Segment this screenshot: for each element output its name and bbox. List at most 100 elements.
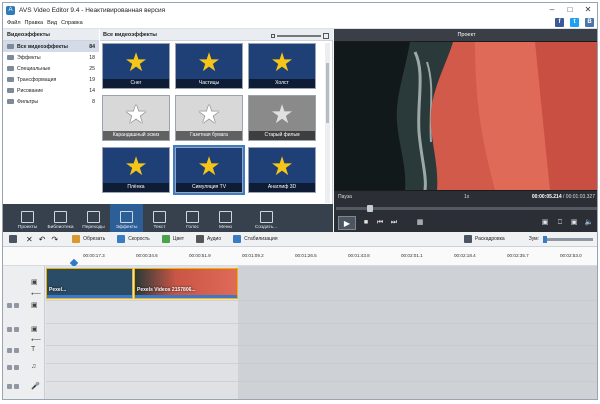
track-controls-row[interactable] [7, 303, 19, 308]
snapshot-icon[interactable]: ⎕ [554, 218, 566, 228]
thumbnail-size-slider[interactable] [271, 33, 329, 39]
music-track-icon: ♫ [31, 363, 37, 370]
category-item[interactable]: Специальные 25 [3, 63, 99, 74]
effect-tile[interactable]: ★ Старый фильм [248, 95, 316, 141]
seek-thumb[interactable] [366, 205, 373, 212]
category-label: Все видеоэффекты [17, 43, 68, 50]
effect-tile[interactable]: ★ Холст [248, 43, 316, 89]
fit-screen-icon[interactable]: ▣ [539, 218, 551, 228]
star-icon: ★ [197, 98, 221, 129]
timeline-tool-button[interactable]: Аудио [196, 235, 221, 243]
empty-timeline-area[interactable] [238, 266, 597, 399]
timeline-tool-button[interactable]: Цвет [161, 235, 184, 243]
track-controls-row[interactable] [7, 365, 19, 370]
seek-bar[interactable] [336, 205, 597, 212]
menu-edit[interactable]: Правка [25, 20, 44, 26]
timeline-tool-button[interactable]: Скорость [117, 235, 150, 243]
next-frame-button[interactable]: ⏭ [388, 218, 400, 228]
toolbar-button[interactable]: Эффекты [110, 204, 143, 232]
play-button[interactable]: ▶ [338, 216, 356, 230]
minimize-button[interactable]: – [543, 3, 561, 17]
small-size-icon [271, 34, 275, 38]
category-item[interactable]: Все видеоэффекты 84 [3, 41, 99, 52]
timeline-ruler[interactable]: 00:00:17.3 00:00:34.6 00:00:51.9 00:01:09.2… [3, 247, 597, 266]
effect-tile[interactable]: ★ Снег [102, 43, 170, 89]
category-count: 8 [92, 98, 95, 105]
zoom-control[interactable]: Зум: [529, 235, 593, 243]
effect-label: Газетная бумага [176, 131, 242, 140]
menu-view[interactable]: Вид [47, 20, 57, 26]
video-clip[interactable]: Pexels Videos 2157806... [134, 268, 238, 299]
storyboard-button[interactable]: Раскадровка [463, 235, 505, 243]
menu-file[interactable]: Файл [7, 20, 21, 26]
track-controls-row[interactable] [7, 327, 19, 332]
effect-label: Плёнка [103, 183, 169, 192]
effect-tile[interactable]: ★ Карандашный эскиз [102, 95, 170, 141]
vk-icon[interactable]: В [585, 18, 594, 27]
effect-tile[interactable]: ★ Симуляция TV [173, 145, 245, 195]
category-label: Фильтры [17, 98, 39, 105]
timeline-tool-button[interactable]: Стабилизация [233, 235, 278, 243]
tool-label: Аудио [207, 236, 222, 242]
size-slider-track[interactable] [277, 35, 321, 37]
ruler-tick-label: 00:02:01.1 [401, 253, 423, 258]
category-item[interactable]: Трансформация 19 [3, 74, 99, 85]
scrollbar-thumb[interactable] [326, 63, 329, 123]
zoom-slider[interactable] [543, 235, 593, 243]
toolbar-button[interactable]: Меню [209, 204, 242, 232]
tool-label: Стабилизация [244, 236, 278, 242]
toolbar-button[interactable]: Проекты [11, 204, 44, 232]
effect-tile[interactable]: ★ Частицы [175, 43, 243, 89]
maximize-button[interactable]: □ [561, 3, 579, 17]
star-icon: ★ [124, 46, 148, 77]
toolbar-label: Проекты [17, 225, 38, 230]
close-button[interactable]: ✕ [579, 3, 597, 17]
effect-tile[interactable]: ★ Анаглиф 3D [248, 147, 316, 193]
effects-scrollbar[interactable] [325, 43, 330, 203]
toolbar-button[interactable]: Создать... [242, 204, 290, 232]
toolbar-button[interactable]: Библиотека [44, 204, 77, 232]
toolbar-label: Меню [219, 225, 232, 230]
prev-frame-button[interactable]: ⏮ [374, 218, 386, 228]
volume-icon[interactable]: 🔈 [582, 218, 596, 228]
text-icon [153, 211, 166, 223]
category-label: Трансформация [17, 76, 57, 83]
toolbar-button[interactable]: Текст [143, 204, 176, 232]
detach-preview-icon[interactable]: ▣ [568, 218, 580, 228]
toolbar-button[interactable]: Переходы [77, 204, 110, 232]
track-controls-row[interactable] [7, 348, 19, 353]
timeline-view-icon[interactable] [9, 235, 20, 243]
facebook-icon[interactable]: f [555, 18, 564, 27]
track-controls-row[interactable] [7, 384, 19, 389]
undo-icon[interactable]: ↶ [39, 235, 46, 244]
menu-disc-icon [219, 211, 232, 223]
effects-icon [120, 211, 133, 223]
video-clip[interactable]: Pexel... [46, 268, 133, 299]
effect-tile[interactable]: ★ Газетная бумага [175, 95, 243, 141]
video-preview[interactable] [335, 42, 597, 190]
effect-label: Снег [103, 79, 169, 88]
playback-speed[interactable]: 1x [464, 191, 469, 204]
preview-status-bar: Пауза 1x 00:00:05.214 / 00:01:03.327 [334, 191, 597, 204]
star-icon: ★ [124, 150, 148, 181]
category-label: Специальные [17, 65, 51, 72]
delete-icon[interactable]: ✕ [26, 235, 33, 244]
fullscreen-toggle-button[interactable]: ▦ [414, 218, 426, 228]
effect-tile[interactable]: ★ Плёнка [102, 147, 170, 193]
category-item[interactable]: Эффекты 18 [3, 52, 99, 63]
timeline-tool-button[interactable]: Обрезать [72, 235, 105, 243]
time-readout: 00:00:05.214 / 00:01:03.327 [531, 194, 595, 200]
stop-button[interactable]: ■ [360, 218, 372, 228]
preview-header: Проект [334, 29, 597, 41]
star-icon: ★ [270, 150, 294, 181]
create-icon [259, 211, 273, 223]
menu-help[interactable]: Справка [61, 20, 83, 26]
clip-label: Pexel... [49, 287, 67, 293]
toolbar-button[interactable]: Голос [176, 204, 209, 232]
twitter-icon[interactable]: t [570, 18, 579, 27]
effect-label: Старый фильм [249, 131, 315, 140]
category-item[interactable]: Рисование 14 [3, 85, 99, 96]
category-item[interactable]: Фильтры 8 [3, 96, 99, 107]
folder-icon [7, 88, 14, 93]
redo-icon[interactable]: ↷ [51, 235, 58, 244]
